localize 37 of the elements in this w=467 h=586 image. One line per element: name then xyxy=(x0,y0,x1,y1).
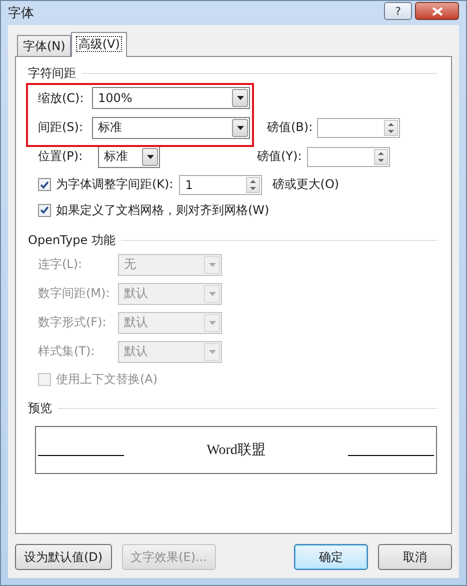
dropdown[interactable]: 标准 xyxy=(98,146,160,168)
field-label: 磅值(Y): xyxy=(257,148,303,165)
dialog-button[interactable]: 取消 xyxy=(378,544,452,570)
preview-text: Word联盟 xyxy=(206,442,266,459)
group-title: 预览 xyxy=(28,400,52,416)
field-label: 磅或更大(O) xyxy=(272,176,340,193)
spin-field[interactable]: 1 xyxy=(179,174,262,194)
field-label: 缩放(C): xyxy=(38,90,85,106)
help-button[interactable]: ? xyxy=(384,2,412,20)
checkbox-label: 为字体调整字间距(K): xyxy=(56,176,174,193)
checkbox[interactable] xyxy=(38,178,51,191)
field-label: 样式集(T): xyxy=(38,343,96,360)
close-icon xyxy=(432,6,442,16)
field-label: 连字(L): xyxy=(38,256,84,273)
spin-buttons[interactable] xyxy=(246,176,260,192)
field-label: 数字形式(F): xyxy=(38,314,108,331)
field-label: 间距(S): xyxy=(38,119,84,136)
dropdown[interactable]: 标准 xyxy=(92,116,250,138)
window-title: 字体 xyxy=(8,5,34,22)
spin-buttons[interactable] xyxy=(374,148,388,164)
checkbox-label: 使用上下文替换(A) xyxy=(56,370,158,388)
field-label: 位置(P): xyxy=(38,148,84,165)
group-title: OpenType 功能 xyxy=(28,232,116,248)
tab[interactable]: 字体(N) xyxy=(17,35,72,56)
spin-field[interactable] xyxy=(317,118,400,138)
dialog-button[interactable]: 确定 xyxy=(294,544,368,570)
spin-buttons[interactable] xyxy=(384,120,398,136)
spin-field[interactable] xyxy=(307,146,390,166)
field-label: 磅值(B): xyxy=(267,119,314,136)
dropdown[interactable]: 100% xyxy=(92,87,250,109)
field-label: 数字间距(M): xyxy=(38,285,111,302)
group-title: 字符间距 xyxy=(28,64,76,82)
dialog-button[interactable]: 设为默认值(D) xyxy=(15,544,112,570)
close-button[interactable] xyxy=(415,2,459,20)
checkbox[interactable] xyxy=(38,204,51,216)
checkbox-label: 如果定义了文档网格，则对齐到网格(W) xyxy=(56,202,270,218)
tab[interactable]: 高级(V) xyxy=(71,32,127,57)
